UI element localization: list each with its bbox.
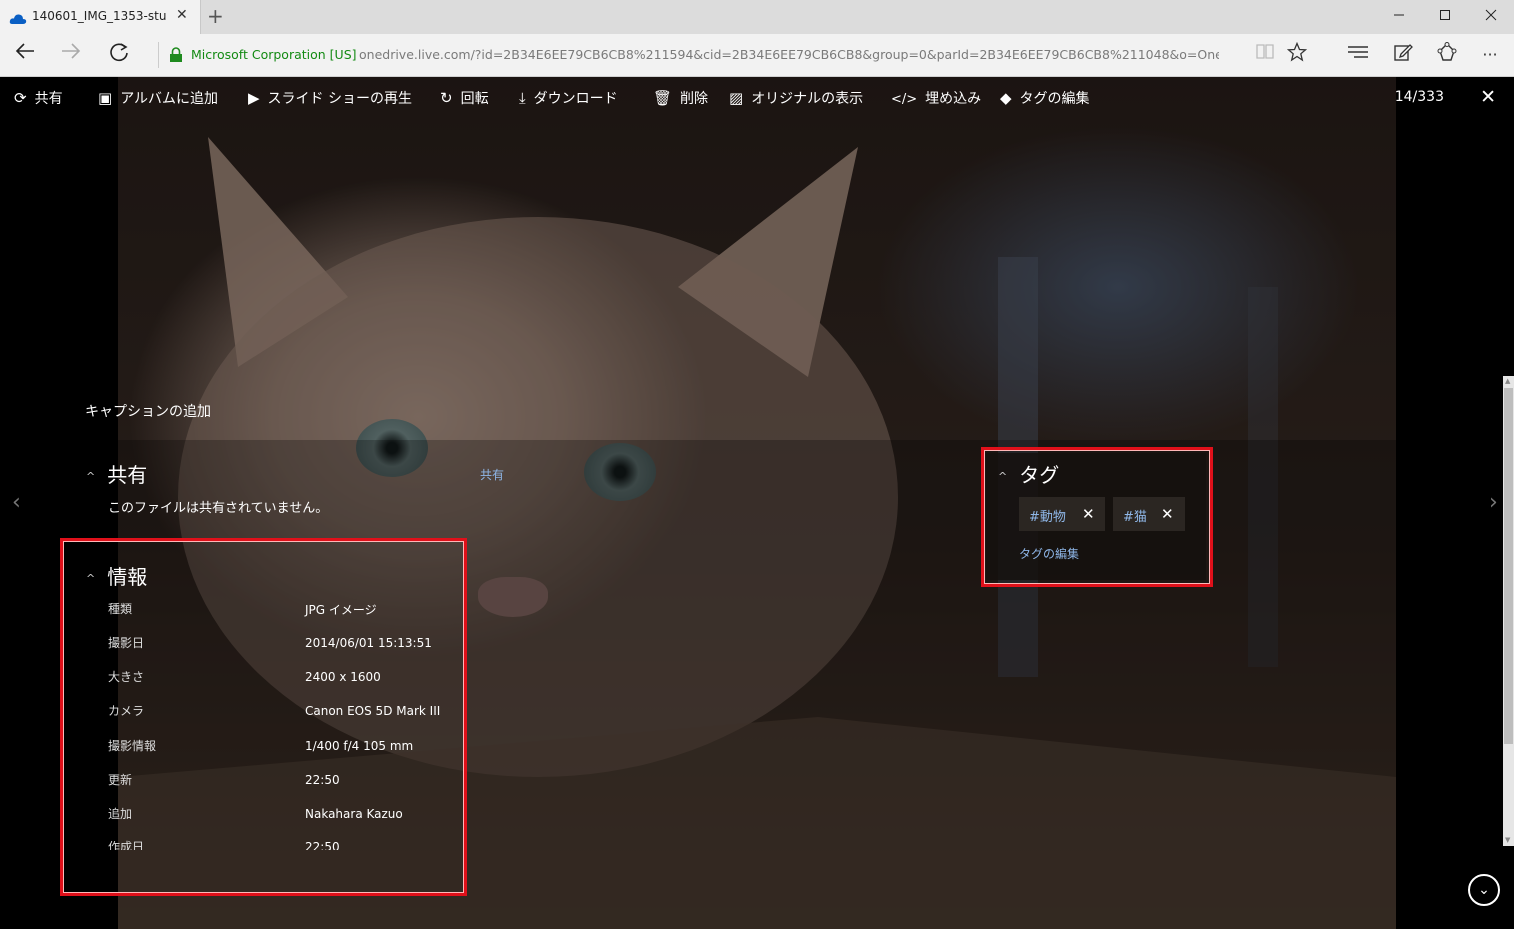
tag-label: #動物 xyxy=(1029,510,1066,525)
embed-icon: </> xyxy=(891,92,918,107)
web-note-icon[interactable] xyxy=(1388,42,1418,68)
tag-chip[interactable]: #動物 ✕ xyxy=(1019,497,1105,531)
share-command[interactable]: ⟳ 共有 xyxy=(14,88,63,108)
new-tab-button[interactable]: + xyxy=(207,4,224,28)
photo-counter: 14/333 xyxy=(1394,89,1444,105)
url-text[interactable]: onedrive.live.com/?id=2B34E6EE79CB6CB8%2… xyxy=(359,47,1219,62)
onedrive-icon xyxy=(9,10,27,29)
tags-section-header[interactable]: ^ タグ xyxy=(998,459,1059,488)
close-viewer-icon[interactable]: ✕ xyxy=(1480,86,1496,108)
share-icon[interactable] xyxy=(1432,42,1462,68)
share-section-header[interactable]: ^ 共有 xyxy=(86,459,147,488)
share-label: 共有 xyxy=(34,91,63,107)
info-value: 1/400 f/4 105 mm xyxy=(305,739,414,753)
tag-label: #猫 xyxy=(1123,510,1147,525)
embed-label: 埋め込み xyxy=(925,91,982,107)
info-label: 撮影情報 xyxy=(108,739,157,753)
favorite-star-icon[interactable] xyxy=(1282,41,1312,68)
trash-icon: 🗑 xyxy=(653,89,673,107)
info-section-title: 情報 xyxy=(107,565,148,589)
minimize-icon[interactable] xyxy=(1376,0,1422,34)
refresh-icon[interactable] xyxy=(104,41,134,69)
scrollbar[interactable]: ▲ ▼ xyxy=(1503,376,1514,846)
share-link[interactable]: 共有 xyxy=(480,466,504,483)
scroll-up-icon[interactable]: ▲ xyxy=(1505,377,1510,385)
add-album-command[interactable]: ▣ アルバムに追加 xyxy=(98,88,218,108)
browser-tab-bar: 140601_IMG_1353-studio ✕ + xyxy=(0,0,1514,34)
slideshow-label: スライド ショーの再生 xyxy=(267,91,412,107)
browser-tab[interactable]: 140601_IMG_1353-studio ✕ xyxy=(0,0,201,34)
forward-icon[interactable] xyxy=(56,41,86,69)
tag-icon: ◆ xyxy=(1000,89,1012,107)
embed-command[interactable]: </> 埋め込み xyxy=(891,88,981,108)
info-value: 22:50 xyxy=(305,773,340,787)
remove-tag-icon[interactable]: ✕ xyxy=(1082,505,1095,523)
original-command[interactable]: ▨ オリジナルの表示 xyxy=(729,88,863,108)
share-status: このファイルは共有されていません。 xyxy=(108,501,329,516)
scroll-down-icon[interactable]: ▼ xyxy=(1505,836,1510,844)
tags-section-title: タグ xyxy=(1019,463,1060,487)
rotate-icon: ↻ xyxy=(440,89,453,107)
rotate-command[interactable]: ↻ 回転 xyxy=(440,88,489,108)
info-value: 2014/06/01 15:13:51 xyxy=(305,636,432,650)
address-bar: Microsoft Corporation [US] onedrive.live… xyxy=(0,34,1514,77)
tab-title: 140601_IMG_1353-studio xyxy=(32,9,166,23)
url-field[interactable]: Microsoft Corporation [US] onedrive.live… xyxy=(158,42,1239,68)
edit-tags-label: タグの編集 xyxy=(1019,91,1090,107)
chevron-up-icon: ^ xyxy=(86,572,96,585)
info-value: 2400 x 1600 xyxy=(305,670,381,684)
original-label: オリジナルの表示 xyxy=(751,91,864,107)
window-close-icon[interactable] xyxy=(1468,0,1514,34)
maximize-icon[interactable] xyxy=(1422,0,1468,34)
certificate-org: Microsoft Corporation [US] xyxy=(191,47,357,62)
play-icon: ▶ xyxy=(248,89,260,107)
edit-tags-link[interactable]: タグの編集 xyxy=(1019,545,1079,562)
tab-close-icon[interactable]: ✕ xyxy=(176,7,188,23)
image-icon: ▨ xyxy=(729,89,744,107)
info-clipped-row: 作成日 22:50 xyxy=(100,838,440,850)
reading-view-icon[interactable] xyxy=(1250,42,1280,68)
download-label: ダウンロード xyxy=(533,91,618,107)
info-label: 作成日 xyxy=(108,840,145,850)
chevron-up-icon: ^ xyxy=(998,470,1008,483)
slideshow-command[interactable]: ▶ スライド ショーの再生 xyxy=(248,88,412,108)
download-command[interactable]: ⤓ ダウンロード xyxy=(519,88,618,108)
chevron-up-icon: ^ xyxy=(86,470,96,483)
info-label: 種類 xyxy=(108,602,133,616)
back-icon[interactable] xyxy=(10,41,40,69)
info-value: Canon EOS 5D Mark III xyxy=(305,704,441,718)
scrollbar-thumb[interactable] xyxy=(1504,388,1513,744)
download-icon: ⤓ xyxy=(519,89,526,107)
edit-tags-command[interactable]: ◆ タグの編集 xyxy=(1000,88,1090,108)
info-section-header[interactable]: ^ 情報 xyxy=(86,561,147,590)
delete-command[interactable]: 🗑 削除 xyxy=(653,88,708,108)
share-section-title: 共有 xyxy=(107,463,148,487)
info-value: 22:50 xyxy=(305,840,340,850)
add-caption[interactable]: キャプションの追加 xyxy=(85,401,211,421)
scroll-down-button[interactable]: ⌄ xyxy=(1468,874,1500,906)
next-photo-icon[interactable]: › xyxy=(1489,490,1498,515)
remove-tag-icon[interactable]: ✕ xyxy=(1161,505,1174,523)
lock-icon xyxy=(169,47,183,67)
album-add-icon: ▣ xyxy=(98,89,113,107)
hub-icon[interactable] xyxy=(1343,42,1373,68)
info-label: カメラ xyxy=(108,704,145,718)
rotate-label: 回転 xyxy=(460,91,489,107)
info-label: 更新 xyxy=(108,773,133,787)
info-value: Nakahara Kazuo xyxy=(305,807,403,821)
info-label: 追加 xyxy=(108,807,133,821)
delete-label: 削除 xyxy=(680,91,709,107)
tag-chip[interactable]: #猫 ✕ xyxy=(1113,497,1185,531)
previous-photo-icon[interactable]: ‹ xyxy=(12,490,21,515)
info-label: 大きさ xyxy=(108,670,145,684)
share-icon: ⟳ xyxy=(14,89,27,107)
info-label: 撮影日 xyxy=(108,636,145,650)
info-value: JPG イメージ xyxy=(305,603,377,617)
add-album-label: アルバムに追加 xyxy=(120,91,219,107)
command-bar: ⟳ 共有 ▣ アルバムに追加 ▶ スライド ショーの再生 ↻ 回転 ⤓ ダウンロード 🗑 削… xyxy=(0,77,1514,119)
more-icon[interactable]: ··· xyxy=(1475,42,1505,68)
